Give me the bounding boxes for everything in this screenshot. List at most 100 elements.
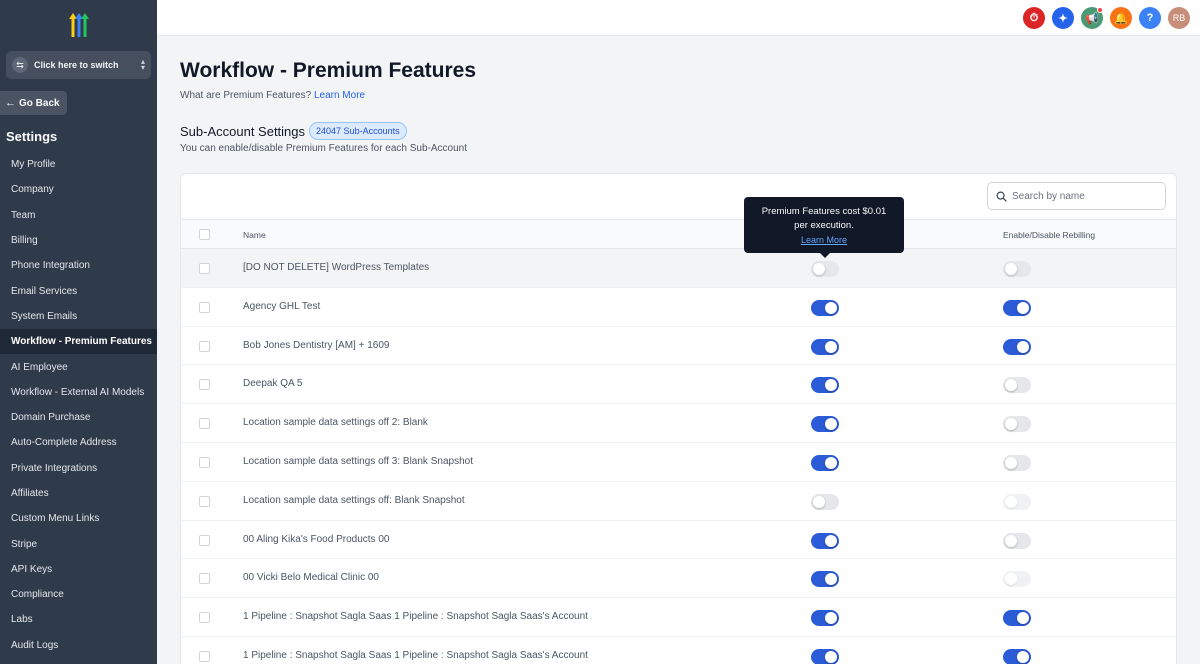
toggle-knob (813, 495, 825, 508)
premium-features-toggle[interactable] (811, 532, 839, 549)
sidebar-item-workflow-external-ai-models[interactable]: Workflow - External AI Models (0, 380, 157, 405)
sidebar-item-system-emails[interactable]: System Emails (0, 304, 157, 329)
toggle-knob (825, 456, 837, 469)
search-input[interactable] (1012, 190, 1152, 202)
search-icon (996, 191, 1007, 202)
bell-icon[interactable]: 🔔 (1110, 7, 1132, 29)
sidebar-item-billing[interactable]: Billing (0, 228, 157, 253)
table-row: [DO NOT DELETE] WordPress Templates (181, 249, 1176, 288)
toggle-knob (825, 379, 837, 392)
sub-account-name: Location sample data settings off 3: Bla… (243, 455, 473, 467)
search-box[interactable] (987, 182, 1166, 210)
sub-account-name: 1 Pipeline : Snapshot Sagla Saas 1 Pipel… (243, 611, 588, 623)
sidebar-item-private-integrations[interactable]: Private Integrations (0, 456, 157, 481)
rebilling-toggle[interactable] (1003, 532, 1031, 549)
row-checkbox[interactable] (199, 456, 210, 468)
learn-more-link[interactable]: Learn More (314, 90, 365, 101)
toggle-knob (1005, 418, 1017, 431)
top-bar-actions: ⏱ ✦ 📢 🔔? RB (1023, 7, 1190, 29)
sub-account-name: 00 Vicki Belo Medical Clinic 00 (243, 572, 379, 584)
row-checkbox[interactable] (199, 418, 210, 430)
sub-accounts-table-card: Name Enable/Disable Rebilling [DO NOT DE… (180, 173, 1177, 664)
sub-account-name: Location sample data settings off: Blank… (243, 494, 465, 506)
table-row: 00 Aling Kika's Food Products 00 (181, 521, 1176, 560)
premium-features-toggle[interactable] (811, 571, 839, 588)
sidebar-item-custom-menu-links[interactable]: Custom Menu Links (0, 506, 157, 531)
rebilling-toggle[interactable] (1003, 377, 1031, 394)
speedometer-icon[interactable]: ⏱ (1023, 7, 1045, 29)
row-checkbox[interactable] (199, 573, 210, 585)
premium-features-toggle[interactable] (811, 299, 839, 316)
sub-account-count-badge: 24047 Sub-Accounts (309, 122, 407, 140)
row-checkbox[interactable] (199, 379, 210, 391)
row-checkbox[interactable] (199, 340, 210, 352)
sidebar-item-affiliates[interactable]: Affiliates (0, 481, 157, 506)
go-back-button[interactable]: ← Go Back (0, 91, 67, 115)
sidebar-item-labs[interactable]: Labs (0, 607, 157, 632)
sidebar-item-api-keys[interactable]: API Keys (0, 557, 157, 582)
tooltip-line-1: Premium Features cost $0.01 (761, 206, 887, 217)
app-logo-icon[interactable] (64, 11, 94, 39)
sidebar-item-auto-complete-address[interactable]: Auto-Complete Address (0, 430, 157, 455)
toggle-knob (825, 573, 837, 586)
megaphone-icon[interactable]: 📢 (1081, 7, 1103, 29)
premium-features-toggle[interactable] (811, 454, 839, 471)
rebilling-toggle[interactable] (1003, 261, 1031, 277)
sidebar: ⇆ Click here to switch ▴ ▾ ← Go Back Sett… (0, 0, 157, 664)
tooltip-caret (820, 253, 830, 258)
account-switcher[interactable]: ⇆ Click here to switch ▴ ▾ (6, 51, 151, 79)
premium-features-toggle[interactable] (811, 610, 839, 627)
toggle-knob (1017, 612, 1029, 625)
premium-features-toggle[interactable] (811, 338, 839, 355)
premium-features-toggle[interactable] (811, 648, 839, 664)
help-icon[interactable]: ? (1139, 7, 1161, 29)
rebilling-toggle[interactable] (1003, 610, 1031, 627)
toggle-knob (1017, 650, 1029, 663)
sidebar-item-stripe[interactable]: Stripe (0, 531, 157, 556)
page-subtitle: What are Premium Features? Learn More (180, 90, 365, 101)
select-all-checkbox[interactable] (199, 229, 210, 240)
sidebar-item-domain-purchase[interactable]: Domain Purchase (0, 405, 157, 430)
sidebar-item-company[interactable]: Company (0, 177, 157, 202)
premium-features-toggle[interactable] (811, 416, 839, 433)
table-header: Name Enable/Disable Rebilling (181, 219, 1176, 249)
premium-features-toggle[interactable] (811, 377, 839, 394)
sidebar-item-compliance[interactable]: Compliance (0, 582, 157, 607)
toggle-knob (813, 263, 825, 275)
user-avatar[interactable]: RB (1168, 7, 1190, 29)
page-title: Workflow - Premium Features (180, 59, 477, 82)
premium-features-toggle[interactable] (811, 493, 839, 510)
row-checkbox[interactable] (199, 534, 210, 546)
sidebar-item-phone-integration[interactable]: Phone Integration (0, 253, 157, 278)
sidebar-item-team[interactable]: Team (0, 203, 157, 228)
premium-features-toggle[interactable] (811, 261, 839, 277)
row-checkbox[interactable] (199, 495, 210, 507)
magic-wand-icon[interactable]: ✦ (1052, 7, 1074, 29)
subtitle-text: What are Premium Features? (180, 90, 312, 101)
toggle-knob (1005, 456, 1017, 469)
sidebar-item-ai-employee[interactable]: AI Employee (0, 354, 157, 379)
main-content: Workflow - Premium Features What are Pre… (157, 36, 1200, 664)
table-row: 1 Pipeline : Snapshot Sagla Saas 1 Pipel… (181, 637, 1176, 664)
table-row: Deepak QA 5 (181, 365, 1176, 405)
rebilling-toggle[interactable] (1003, 648, 1031, 664)
row-checkbox[interactable] (199, 263, 210, 274)
rebilling-toggle[interactable] (1003, 338, 1031, 355)
sidebar-item-email-services[interactable]: Email Services (0, 278, 157, 303)
rebilling-toggle[interactable] (1003, 299, 1031, 316)
sub-account-name: Deepak QA 5 (243, 378, 303, 390)
tooltip-learn-more-link[interactable]: Learn More (744, 233, 904, 247)
sidebar-item-workflow-premium-features[interactable]: Workflow - Premium Features (0, 329, 157, 355)
row-checkbox[interactable] (199, 612, 210, 624)
sidebar-item-audit-logs[interactable]: Audit Logs (0, 633, 157, 658)
rebilling-toggle[interactable] (1003, 416, 1031, 433)
toggle-knob (1017, 301, 1029, 314)
top-bar: ⏱ ✦ 📢 🔔? RB (157, 0, 1200, 36)
sidebar-item-my-profile[interactable]: My Profile (0, 152, 157, 177)
rebilling-toggle[interactable] (1003, 454, 1031, 471)
toggle-knob (1005, 379, 1017, 392)
sub-account-name: [DO NOT DELETE] WordPress Templates (243, 262, 430, 273)
row-checkbox[interactable] (199, 650, 210, 662)
column-header-name: Name (243, 230, 266, 240)
row-checkbox[interactable] (199, 301, 210, 313)
